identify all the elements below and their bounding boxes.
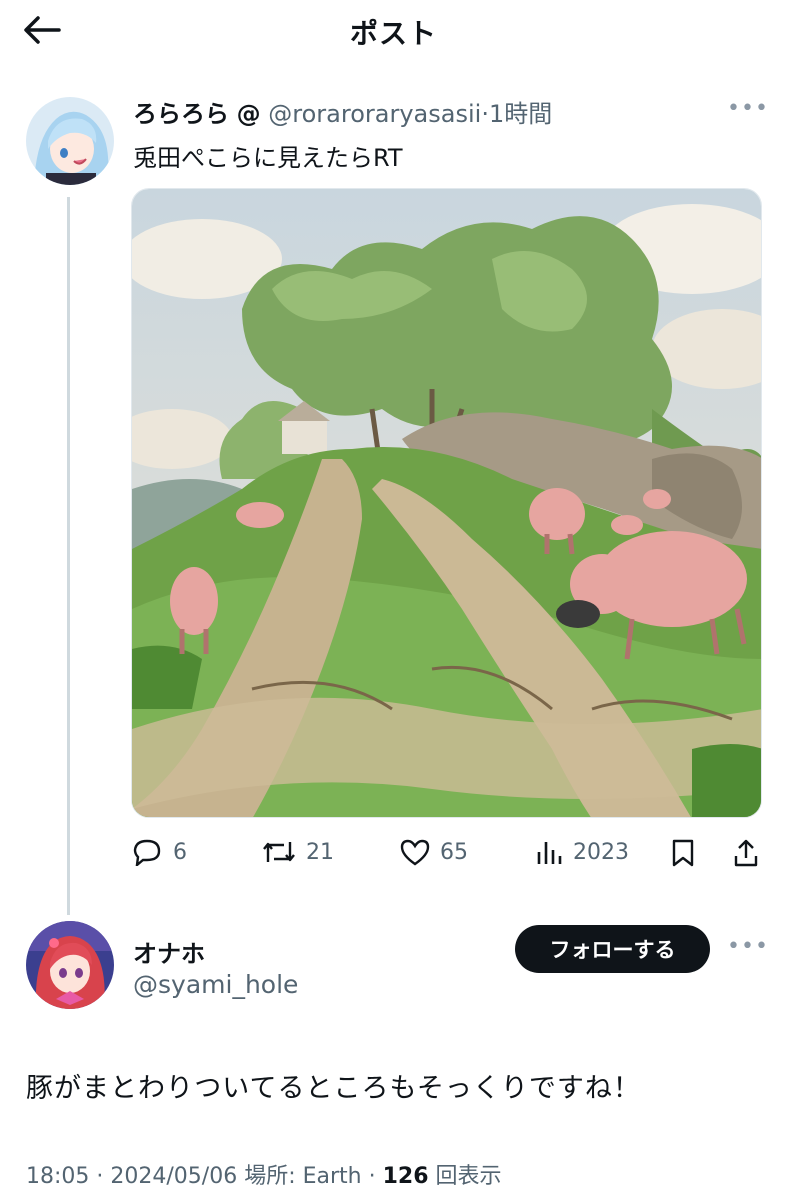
- bookmark-icon: [672, 839, 694, 867]
- share-icon: [734, 839, 758, 867]
- post-location: 場所: Earth: [237, 1164, 362, 1189]
- avatar-illustration: [26, 97, 114, 185]
- tweet-image[interactable]: [131, 188, 762, 818]
- impression-count[interactable]: 126: [383, 1164, 429, 1189]
- at-sign: @: [236, 100, 261, 128]
- display-name[interactable]: ろらろら: [133, 100, 229, 128]
- reply-count: 6: [173, 839, 187, 865]
- impression-label: 回表示: [428, 1164, 502, 1189]
- tweet-actions: 6 21 65 2023: [0, 832, 787, 878]
- reply-text: 豚がまとわりついてるところもそっくりですね！: [26, 1073, 641, 1104]
- follow-button[interactable]: フォローする: [515, 925, 710, 973]
- post-date[interactable]: 2024/05/06: [110, 1164, 237, 1189]
- separator: ·: [361, 1164, 383, 1189]
- retweet-count: 21: [306, 839, 334, 865]
- tweet-header: ろらろら @ @roraroraryasasii·1時間: [133, 94, 552, 129]
- heart-icon: [400, 839, 430, 866]
- more-options-icon[interactable]: •••: [727, 934, 769, 959]
- retweet-icon: [263, 842, 295, 862]
- retweet-button[interactable]: 21: [262, 838, 334, 866]
- tweet-text: 兎田ぺこらに見えたらRT: [133, 144, 403, 172]
- like-count: 65: [440, 839, 468, 865]
- share-button[interactable]: [733, 838, 759, 868]
- analytics-icon: [537, 842, 562, 864]
- separator: ·: [481, 100, 489, 128]
- user-handle[interactable]: @roraroraryasasii: [268, 100, 481, 128]
- reply-user-handle[interactable]: @syami_hole: [133, 970, 298, 999]
- more-options-icon[interactable]: •••: [727, 96, 769, 121]
- page-title: ポスト: [349, 17, 437, 50]
- bookmark-button[interactable]: [670, 838, 696, 868]
- top-bar: ポスト: [0, 0, 787, 60]
- avatar[interactable]: [26, 921, 114, 1009]
- timestamp[interactable]: 1時間: [489, 100, 552, 128]
- like-button[interactable]: 65: [400, 838, 468, 866]
- thread-connector-line: [67, 197, 70, 915]
- views-button[interactable]: 2023: [535, 838, 629, 866]
- avatar[interactable]: [26, 97, 114, 185]
- painting-image: [132, 189, 761, 817]
- post-metadata: 18:05 · 2024/05/06 場所: Earth · 126 回表示: [26, 1158, 502, 1190]
- reply-icon: [133, 839, 161, 866]
- post-time[interactable]: 18:05: [26, 1164, 89, 1189]
- reply-button[interactable]: 6: [133, 838, 187, 866]
- separator: ·: [89, 1164, 111, 1189]
- view-count: 2023: [573, 839, 629, 865]
- avatar-illustration: [26, 921, 114, 1009]
- reply-display-name[interactable]: オナホ: [133, 934, 205, 969]
